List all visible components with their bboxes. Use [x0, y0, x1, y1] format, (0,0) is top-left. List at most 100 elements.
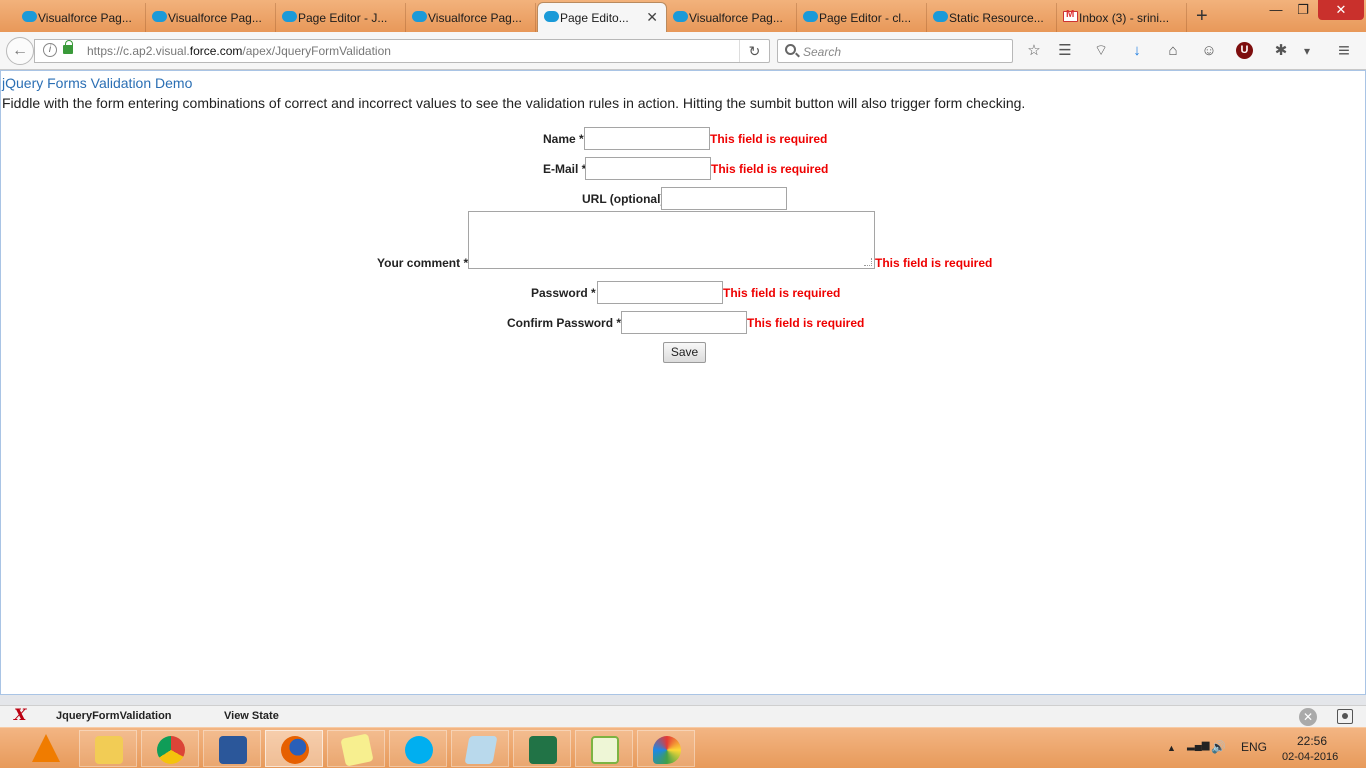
browser-tab[interactable]: Visualforce Pag... [16, 3, 146, 32]
salesforce-cloud-icon [22, 11, 37, 22]
hello-icon[interactable]: ☺ [1199, 41, 1219, 61]
search-input[interactable]: Search [777, 39, 1013, 63]
url-input[interactable] [661, 187, 787, 210]
taskbar-sticky-notes[interactable] [327, 730, 385, 767]
sticky-notes-icon [340, 733, 374, 767]
password-input[interactable] [597, 281, 723, 304]
tab-label: Visualforce Pag... [428, 10, 522, 25]
taskbar-notepad[interactable] [451, 730, 509, 767]
form-row-url: URL (optional) [1, 187, 1366, 211]
bookmark-star-icon[interactable]: ☆ [1024, 41, 1044, 61]
new-tab-button[interactable]: + [1196, 5, 1208, 28]
url-path: /apex/JqueryFormValidation [242, 44, 391, 58]
taskbar-paint[interactable] [637, 730, 695, 767]
dev-tab-view-state[interactable]: View State [224, 710, 279, 722]
reload-icon[interactable]: ↻ [739, 40, 769, 62]
pocket-icon[interactable]: ⌔ [1091, 41, 1111, 61]
clock-date[interactable]: 02-04-2016 [1282, 751, 1338, 763]
popout-icon[interactable] [1337, 709, 1353, 724]
tab-label: Inbox (3) - srini... [1079, 10, 1170, 25]
close-icon[interactable]: ✕ [1299, 708, 1317, 726]
tab-label: Page Editor - J... [298, 10, 388, 25]
browser-tab[interactable]: Static Resource... [927, 3, 1057, 32]
clock-time[interactable]: 22:56 [1297, 734, 1327, 748]
search-placeholder: Search [803, 45, 842, 59]
volume-icon[interactable]: 🔊 [1211, 740, 1226, 754]
browser-tab[interactable]: Visualforce Pag... [667, 3, 797, 32]
minimize-button[interactable]: — [1264, 2, 1288, 17]
browser-tab-active[interactable]: Page Edito... ✕ [537, 2, 667, 32]
taskbar-firefox[interactable] [265, 730, 323, 767]
extension-icon[interactable]: ✱ [1271, 41, 1291, 61]
taskbar-file-explorer[interactable] [79, 730, 137, 767]
save-button[interactable]: Save [663, 342, 706, 363]
salesforce-cloud-icon [803, 11, 818, 22]
browser-tab[interactable]: Page Editor - cl... [797, 3, 927, 32]
browser-tab[interactable]: Inbox (3) - srini... [1057, 3, 1187, 32]
password-label: Password * [531, 286, 596, 300]
restore-button[interactable]: ❐ [1291, 2, 1315, 18]
taskbar-chrome[interactable] [141, 730, 199, 767]
address-bar[interactable]: i https://c.ap2.visual.force.com/apex/Jq… [34, 39, 770, 63]
notepadpp-icon [591, 736, 619, 764]
url-label: URL (optional) [582, 192, 665, 206]
lock-icon [63, 40, 73, 54]
comment-label: Your comment * [377, 256, 469, 270]
comment-textarea[interactable] [468, 211, 875, 269]
close-tab-icon[interactable]: ✕ [646, 9, 658, 26]
url-text[interactable]: https://c.ap2.visual.force.com/apex/Jque… [87, 44, 391, 58]
file-explorer-icon [95, 736, 123, 764]
windows-taskbar: ▲ ▂▄▆ 🔊 ENG 22:56 02-04-2016 [0, 727, 1366, 768]
window-close-button[interactable]: ✕ [1318, 0, 1364, 20]
paint-icon [653, 736, 681, 764]
name-label: Name * [543, 132, 584, 146]
tab-label: Static Resource... [949, 10, 1044, 25]
browser-tab[interactable]: Visualforce Pag... [146, 3, 276, 32]
search-icon [785, 44, 796, 55]
reading-list-icon[interactable]: ☰ [1055, 41, 1075, 61]
email-error: This field is required [711, 162, 829, 176]
download-icon[interactable]: ↓ [1127, 41, 1147, 61]
ublock-icon[interactable]: U [1236, 42, 1253, 59]
gmail-icon [1063, 9, 1078, 22]
form-row-confirm-password: Confirm Password * This field is require… [1, 311, 1366, 335]
taskbar-skype[interactable] [389, 730, 447, 767]
confirm-password-input[interactable] [621, 311, 747, 334]
vlc-icon[interactable] [32, 734, 60, 762]
tray-arrow-icon[interactable]: ▲ [1167, 743, 1176, 753]
language-indicator[interactable]: ENG [1241, 740, 1267, 754]
salesforce-cloud-icon [412, 11, 427, 22]
chevron-down-icon[interactable]: ▾ [1297, 41, 1317, 61]
email-input[interactable] [585, 157, 711, 180]
password-error: This field is required [723, 286, 841, 300]
tab-label: Visualforce Pag... [689, 10, 783, 25]
comment-error: This field is required [875, 256, 993, 270]
name-input[interactable] [584, 127, 710, 150]
back-button[interactable]: ← [6, 37, 34, 65]
email-label: E-Mail * [543, 162, 587, 176]
taskbar-word[interactable] [203, 730, 261, 767]
confirm-password-label: Confirm Password * [507, 316, 622, 330]
browser-tab[interactable]: Visualforce Pag... [406, 3, 536, 32]
salesforce-cloud-icon [152, 11, 167, 22]
url-prefix: https://c.ap2.visual. [87, 44, 190, 58]
taskbar-excel[interactable] [513, 730, 571, 767]
tab-label: Page Edito... [560, 10, 629, 25]
salesforce-dev-logo: X [14, 705, 27, 724]
page-content: jQuery Forms Validation Demo Fiddle with… [0, 70, 1366, 695]
tab-label: Visualforce Pag... [38, 10, 132, 25]
network-signal-icon[interactable]: ▂▄▆ [1187, 740, 1209, 751]
page-description: Fiddle with the form entering combinatio… [2, 95, 1026, 111]
dev-tab-page[interactable]: JqueryFormValidation [56, 710, 172, 722]
info-icon[interactable]: i [43, 43, 57, 57]
form-row-email: E-Mail * This field is required [1, 157, 1366, 181]
home-icon[interactable]: ⌂ [1163, 41, 1183, 61]
menu-icon[interactable]: ≡ [1334, 41, 1354, 61]
chrome-icon [157, 736, 185, 764]
url-domain: force.com [189, 44, 243, 58]
browser-tab[interactable]: Page Editor - J... [276, 3, 406, 32]
page-title[interactable]: jQuery Forms Validation Demo [2, 75, 192, 91]
taskbar-notepadpp[interactable] [575, 730, 633, 767]
navigation-bar: ← i https://c.ap2.visual.force.com/apex/… [0, 32, 1366, 70]
salesforce-cloud-icon [673, 11, 688, 22]
